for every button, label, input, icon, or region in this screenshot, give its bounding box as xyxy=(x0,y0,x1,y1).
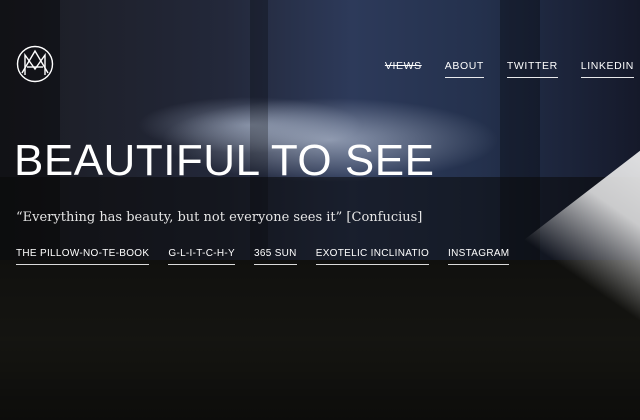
hero-quote: “Everything has beauty, but not everyone… xyxy=(16,210,423,225)
page-title: BEAUTIFUL TO SEE xyxy=(14,136,435,185)
nav-link-about[interactable]: ABOUT xyxy=(444,60,484,78)
project-link-pillow-notebook[interactable]: THE PILLOW-NO-TE-BOOK xyxy=(16,248,150,265)
nav-link-linkedin[interactable]: LINKEDIN xyxy=(580,60,634,78)
nav-link-views[interactable]: VIEWS xyxy=(385,60,422,78)
nav-link-twitter[interactable]: TWITTER xyxy=(506,60,558,78)
project-link-instagram[interactable]: INSTAGRAM xyxy=(448,248,510,265)
project-link-exotelic-inclinatio[interactable]: EXOTELIC INCLINATIO xyxy=(315,248,430,265)
main-navigation: VIEWS ABOUT TWITTER LINKEDIN xyxy=(385,60,634,78)
project-links: THE PILLOW-NO-TE-BOOK G-L-I-T-C-H-Y 365 … xyxy=(16,248,510,265)
project-link-glitchy[interactable]: G-L-I-T-C-H-Y xyxy=(168,248,236,265)
project-link-365-sun[interactable]: 365 SUN xyxy=(254,248,297,265)
monogram-logo-icon[interactable] xyxy=(16,45,54,83)
